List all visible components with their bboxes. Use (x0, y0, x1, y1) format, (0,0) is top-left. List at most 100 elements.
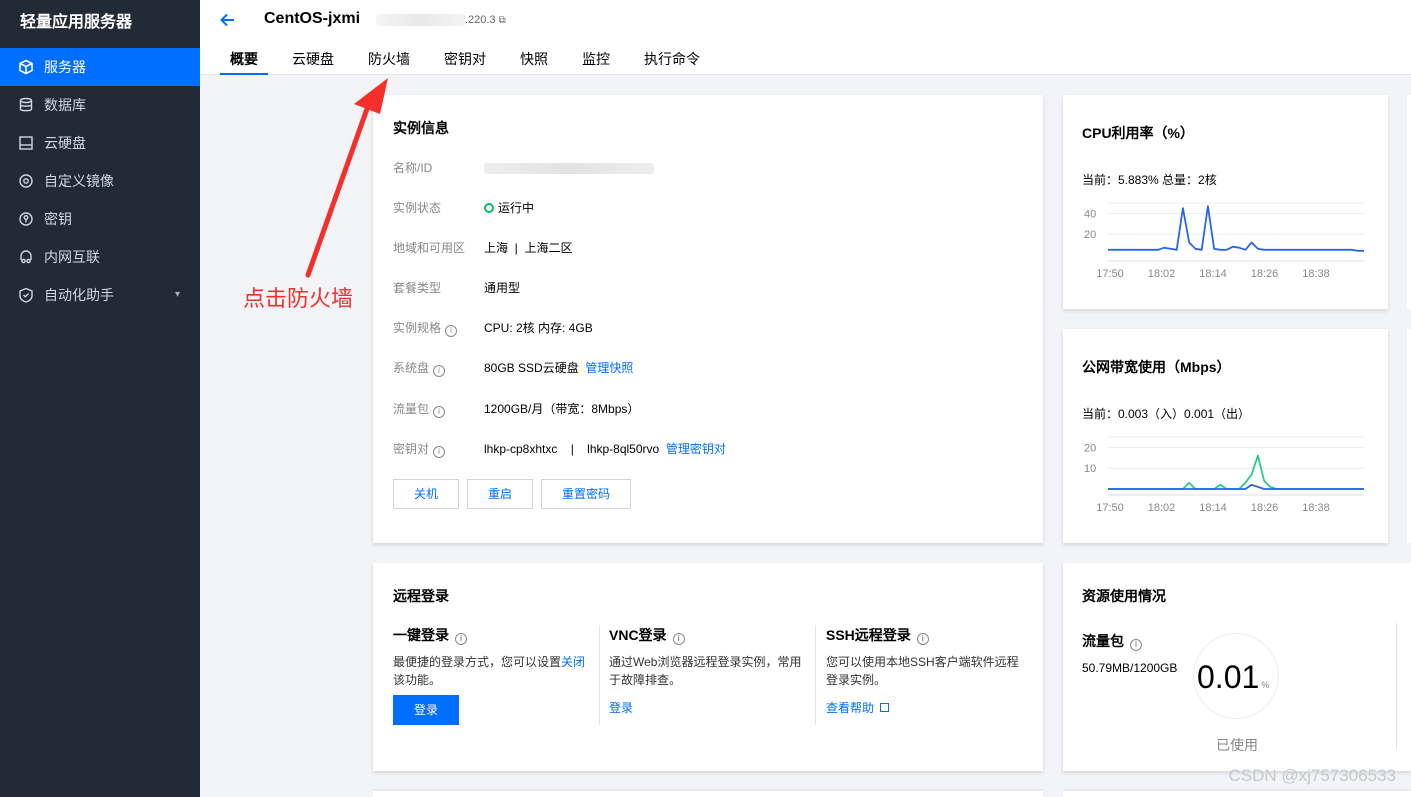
one-click-login-section: 一键登录 i 最便捷的登录方式，您可以设置关闭 该功能。 (393, 627, 586, 687)
x-tick-label: 18:26 (1251, 268, 1279, 280)
used-label: 已使用 (1216, 737, 1258, 753)
sidebar-item-automation[interactable]: 自动化助手 ▾ (0, 276, 200, 314)
card-edge (1407, 329, 1411, 543)
sidebar-item-label: 云硬盘 (44, 135, 86, 151)
x-tick-label: 18:02 (1148, 268, 1176, 280)
series-line (1108, 483, 1364, 490)
link-icon (20, 250, 32, 264)
image-icon (19, 174, 33, 188)
cube-icon (19, 59, 33, 75)
disk-icon (19, 136, 33, 150)
vnc-login-section: VNC登录 i 通过Web浏览器远程登录实例，常用于故障排查。 登录 (609, 625, 805, 716)
info-icon[interactable]: i (1130, 639, 1142, 651)
reset-password-button[interactable]: 重置密码 (541, 479, 631, 509)
next-card-edge (373, 791, 1043, 797)
x-tick-label: 17:50 (1096, 502, 1124, 514)
tab-monitor[interactable]: 监控 (572, 42, 620, 75)
x-tick-label: 18:02 (1148, 502, 1176, 514)
x-tick-label: 18:26 (1251, 502, 1279, 514)
card-title: 公网带宽使用（Mbps） (1082, 359, 1231, 375)
resource-usage-card: 资源使用情况 流量包 i 50.79MB/1200GB 0.01% 已使用 (1063, 563, 1411, 771)
bandwidth-usage-card: 公网带宽使用（Mbps） 当前：0.003（入）0.001（出） 10 20 17:… (1063, 329, 1388, 543)
copy-icon: ⧉ (498, 15, 506, 26)
x-tick-label: 18:38 (1302, 268, 1330, 280)
annotation-label: 点击防火墙 (243, 287, 354, 312)
x-tick-label: 18:14 (1199, 268, 1227, 280)
y-tick-label: 20 (1084, 229, 1096, 241)
card-title: 资源使用情况 (1082, 588, 1166, 604)
manage-snapshot-link[interactable]: 管理快照 (585, 361, 633, 375)
cpu-current-value: 当前：5.883% 总量：2核 (1082, 173, 1217, 187)
sidebar-item-label: 密钥 (44, 211, 72, 227)
sidebar-item-label: 内网互联 (44, 249, 100, 265)
divider (599, 625, 600, 725)
sidebar-item-keys[interactable]: 密钥 (0, 200, 200, 238)
y-tick-label: 10 (1084, 463, 1096, 475)
traffic-package-label: 流量包 i (1082, 631, 1142, 651)
x-tick-label: 17:50 (1096, 268, 1124, 280)
sidebar-item-servers[interactable]: 服务器 (0, 48, 200, 86)
sidebar-item-label: 自动化助手 (44, 287, 114, 303)
redacted-name (484, 163, 654, 175)
x-tick-label: 18:14 (1199, 502, 1227, 514)
y-tick-label: 20 (1084, 442, 1096, 454)
chevron-down-icon: ▾ (174, 289, 180, 300)
divider (815, 625, 816, 725)
instance-info-card: 实例信息 名称/ID 实例状态 运行中 地域和可用区 上海 | 上海二区 套餐类… (373, 95, 1043, 543)
login-button[interactable]: 登录 (393, 695, 459, 725)
watermark: CSDN @xj757306533 (1228, 766, 1396, 785)
usage-percent: 0.01% (1197, 659, 1270, 695)
y-tick-label: 40 (1084, 208, 1096, 220)
info-icon[interactable]: i (433, 446, 446, 458)
card-edge (1407, 95, 1411, 309)
key-icon (19, 212, 33, 226)
status-running-icon (484, 203, 494, 213)
bandwidth-current-value: 当前：0.003（入）0.001（出） (1082, 407, 1251, 421)
sidebar-item-label: 服务器 (44, 59, 86, 75)
manage-keypair-link[interactable]: 管理密钥对 (666, 442, 726, 456)
cpu-line-chart: 20 40 17:50 18:02 18:14 18:26 18:38 (1084, 202, 1364, 280)
next-card-edge (1063, 791, 1411, 797)
card-title: CPU利用率（%） (1082, 125, 1195, 141)
vnc-login-link[interactable]: 登录 (609, 699, 805, 716)
series-line (1108, 205, 1364, 252)
card-title: 远程登录 (393, 588, 449, 604)
back-arrow-icon[interactable] (218, 10, 238, 30)
cpu-usage-card: CPU利用率（%） 当前：5.883% 总量：2核 20 40 17:50 18:02… (1063, 95, 1388, 309)
shield-icon (19, 287, 33, 303)
series-line (1108, 454, 1364, 490)
sidebar-item-intranet[interactable]: 内网互联 (0, 238, 200, 276)
disable-link[interactable]: 关闭 (561, 655, 585, 669)
info-icon[interactable]: i (672, 633, 685, 645)
redacted-id (376, 14, 466, 26)
tab-execute-command[interactable]: 执行命令 (634, 42, 710, 75)
sidebar-item-cloud-disk[interactable]: 云硬盘 (0, 124, 200, 162)
instance-ip-suffix: .220.3 ⧉ (465, 14, 506, 26)
tab-snapshot[interactable]: 快照 (510, 42, 558, 75)
sidebar-item-label: 数据库 (44, 97, 86, 113)
sidebar: 轻量应用服务器 服务器 数据库 云硬盘 自定义镜像 密钥 内网互联 自动化助手 … (0, 0, 200, 797)
traffic-package-value: 50.79MB/1200GB (1082, 661, 1178, 675)
external-link-icon (880, 703, 890, 712)
bandwidth-line-chart: 10 20 17:50 18:02 18:14 18:26 18:38 (1084, 436, 1364, 514)
sidebar-item-database[interactable]: 数据库 (0, 86, 200, 124)
shutdown-button[interactable]: 关机 (393, 479, 459, 509)
ssh-login-section: SSH远程登录 i 您可以使用本地SSH客户端软件远程登录实例。 查看帮助 (826, 625, 1026, 716)
info-icon[interactable]: i (916, 633, 929, 645)
remote-login-card: 远程登录 一键登录 i 最便捷的登录方式，您可以设置关闭 该功能。 登录 VNC登录… (373, 563, 1043, 771)
tab-overview[interactable]: 概要 (220, 42, 268, 75)
restart-button[interactable]: 重启 (467, 479, 533, 509)
info-icon[interactable]: i (445, 325, 458, 337)
instance-title: CentOS-jxmi (264, 10, 361, 27)
page-header: CentOS-jxmi .220.3 ⧉ 概要 云硬盘 防火墙 密钥对 快照 监… (200, 0, 1411, 75)
info-icon[interactable]: i (433, 406, 446, 418)
info-icon[interactable]: i (455, 633, 467, 645)
info-icon[interactable]: i (433, 365, 446, 377)
sidebar-brand: 轻量应用服务器 (20, 14, 133, 31)
ssh-help-link[interactable]: 查看帮助 (826, 699, 1026, 716)
divider (1396, 623, 1397, 749)
sidebar-item-custom-image[interactable]: 自定义镜像 (0, 162, 200, 200)
tab-keypair[interactable]: 密钥对 (434, 42, 496, 75)
sidebar-item-label: 自定义镜像 (44, 173, 114, 189)
database-icon (19, 97, 33, 112)
